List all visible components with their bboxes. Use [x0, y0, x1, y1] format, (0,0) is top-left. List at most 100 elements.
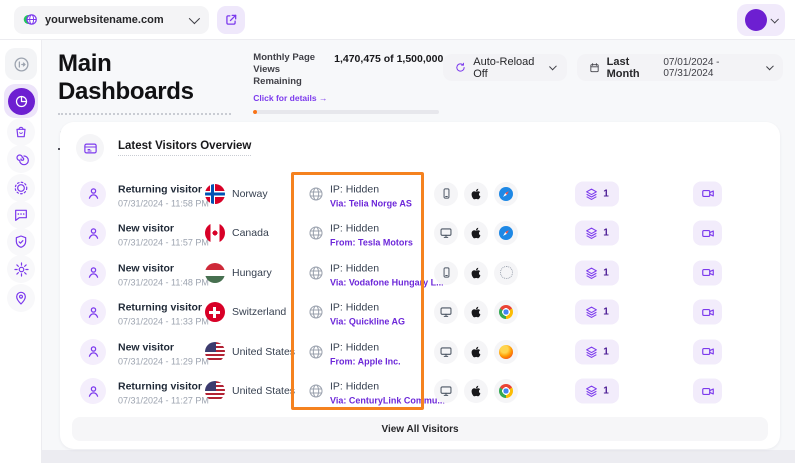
sessions-badge[interactable]: 1: [575, 260, 619, 285]
sessions-badge[interactable]: 1: [575, 379, 619, 404]
ip-info: IP: HiddenVia: Vodafone Hungary L...: [330, 258, 444, 287]
os-apple-icon: [464, 182, 488, 206]
session-count: 1: [603, 188, 609, 199]
sidebar-item-communication[interactable]: [7, 201, 35, 229]
provider-link[interactable]: Via: Telia Norge AS: [330, 198, 412, 208]
quota-progress-bar: [253, 110, 439, 114]
sidebar-toggle-button[interactable]: [5, 48, 37, 80]
sessions-badge[interactable]: 1: [575, 339, 619, 364]
quota-label: Monthly Page Views Remaining: [253, 52, 326, 88]
visitor-row: New visitor07/31/2024 - 11:57 PM Canada IP…: [60, 214, 780, 254]
visitor-avatar: [80, 220, 106, 246]
quota-value: 1,470,475 of 1,500,000: [334, 53, 443, 88]
session-count: 1: [603, 346, 609, 357]
session-count: 1: [603, 228, 609, 239]
shopping-bag-icon: [13, 124, 29, 140]
session-recording-button[interactable]: [693, 181, 722, 206]
globe-icon: [308, 225, 324, 241]
session-recording-button[interactable]: [693, 260, 722, 285]
visit-datetime: 07/31/2024 - 11:48 PM: [118, 277, 209, 287]
device-mobile-icon: [434, 261, 458, 285]
quota-progress-fill: [253, 110, 257, 114]
visitor-rows: Returning visitor07/31/2024 - 11:58 PMNo…: [60, 174, 780, 411]
device-desktop-icon: [434, 340, 458, 364]
sidebar-item-ecommerce[interactable]: [7, 118, 35, 146]
chevron-down-icon: [766, 62, 774, 70]
sidebar-item-statistics[interactable]: [7, 145, 35, 173]
session-recording-button[interactable]: [693, 339, 722, 364]
globe-icon: [308, 344, 324, 360]
visitor-info: New visitor07/31/2024 - 11:57 PM: [118, 219, 209, 248]
visitor-type: Returning visitor: [118, 183, 202, 195]
browser-safari-icon: [494, 182, 518, 206]
country-flag-icon: [205, 263, 225, 283]
device-desktop-icon: [434, 300, 458, 324]
visitor-card-icon: [76, 134, 104, 162]
sidebar-item-dashboards[interactable]: [4, 84, 38, 118]
visit-datetime: 07/31/2024 - 11:33 PM: [118, 317, 209, 327]
expand-sidebar-icon: [13, 56, 30, 73]
shield-check-icon: [13, 234, 29, 250]
website-name: yourwebsitename.com: [45, 14, 164, 26]
session-count: 1: [603, 307, 609, 318]
external-link-icon: [224, 13, 238, 27]
view-all-visitors-button[interactable]: View All Visitors: [72, 417, 768, 441]
visitor-avatar: [80, 378, 106, 404]
country-flag-icon: [205, 342, 225, 362]
sidebar-item-visitor-location[interactable]: [7, 284, 35, 312]
auto-reload-dropdown[interactable]: Auto-Reload Off: [443, 54, 566, 81]
visitor-avatar: [80, 299, 106, 325]
country-flag-icon: [205, 302, 225, 322]
country-name: Switzerland: [232, 306, 286, 318]
provider-link[interactable]: Via: CenturyLink Commu...: [330, 396, 445, 406]
card-title: Latest Visitors Overview: [118, 140, 251, 156]
globe-icon: [308, 383, 324, 399]
ip-address: IP: Hidden: [330, 381, 379, 393]
chat-bubble-icon: [13, 207, 29, 223]
visitor-row: Returning visitor07/31/2024 - 11:58 PMNo…: [60, 174, 780, 214]
country-name: Canada: [232, 227, 269, 239]
page-header: Main Dashboards Monthly Page Views Remai…: [42, 40, 795, 115]
globe-icon: [308, 186, 324, 202]
provider-link[interactable]: From: Tesla Motors: [330, 238, 413, 248]
sessions-badge[interactable]: 1: [575, 300, 619, 325]
browser-unknown-icon: [494, 261, 518, 285]
visitor-type: New visitor: [118, 262, 174, 274]
ip-address: IP: Hidden: [330, 223, 379, 235]
visitor-info: New visitor 07/31/2024 - 11:29 PM: [118, 337, 209, 366]
sidebar-item-privacy[interactable]: [7, 228, 35, 256]
sidebar-item-settings[interactable]: [7, 255, 35, 283]
session-recording-button[interactable]: [693, 379, 722, 404]
visit-datetime: 07/31/2024 - 11:27 PM: [118, 396, 209, 406]
website-selector[interactable]: yourwebsitename.com: [14, 6, 209, 34]
visitor-type: New visitor: [118, 341, 174, 353]
visitor-type: Returning visitor: [118, 302, 202, 314]
os-apple-icon: [464, 300, 488, 324]
quota-details-link[interactable]: Click for details →: [253, 93, 327, 103]
provider-link[interactable]: From: Apple Inc.: [330, 356, 401, 366]
ip-info: IP: Hidden Via: Quickline AG: [330, 298, 405, 327]
sessions-badge[interactable]: 1: [575, 181, 619, 206]
session-count: 1: [603, 267, 609, 278]
provider-link[interactable]: Via: Vodafone Hungary L...: [330, 277, 444, 287]
provider-link[interactable]: Via: Quickline AG: [330, 317, 405, 327]
sessions-badge[interactable]: 1: [575, 221, 619, 246]
latest-visitors-card: Latest Visitors Overview Returning visit…: [60, 122, 780, 449]
sidebar-item-behavior[interactable]: [7, 174, 35, 202]
session-recording-button[interactable]: [693, 221, 722, 246]
spiral-icon: [13, 151, 29, 167]
ip-address: IP: Hidden: [330, 302, 379, 314]
visit-datetime: 07/31/2024 - 11:29 PM: [118, 356, 209, 366]
date-range-dropdown[interactable]: Last Month 07/01/2024 - 07/31/2024: [577, 54, 783, 81]
device-desktop-icon: [434, 379, 458, 403]
open-website-button[interactable]: [217, 6, 245, 34]
visitor-row: New visitor 07/31/2024 - 11:48 PM Hungary I…: [60, 253, 780, 293]
session-recording-button[interactable]: [693, 300, 722, 325]
country-name: Hungary: [232, 267, 272, 279]
top-bar: yourwebsitename.com: [0, 0, 795, 40]
pie-chart-icon: [8, 88, 35, 115]
account-menu[interactable]: [737, 4, 785, 36]
ip-info: IP: Hidden Via: CenturyLink Commu...: [330, 377, 445, 406]
id-card-icon: [83, 141, 98, 156]
main-content: Main Dashboards Monthly Page Views Remai…: [42, 40, 795, 450]
